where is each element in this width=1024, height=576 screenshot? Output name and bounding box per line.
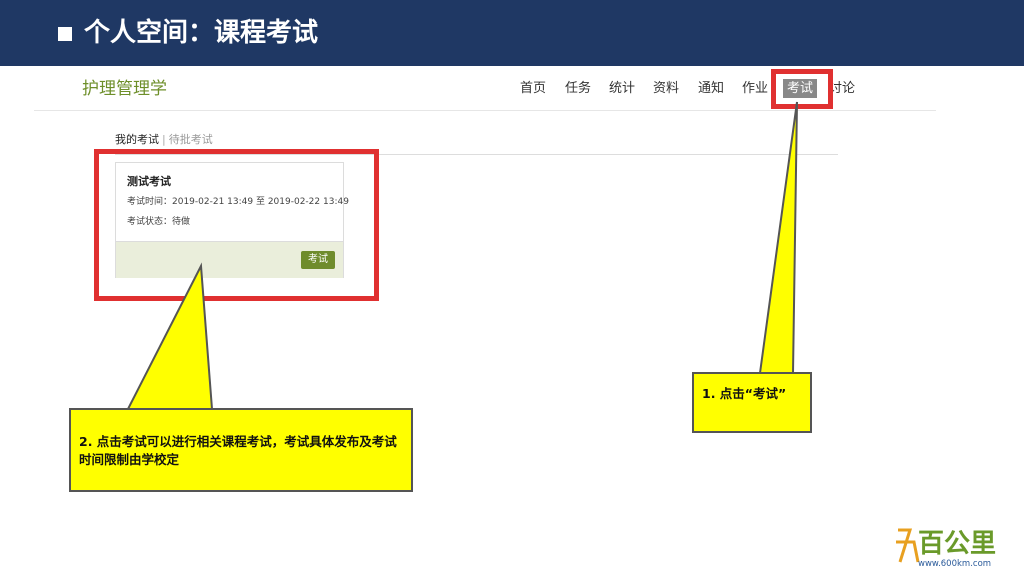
callout-2-pointer (126, 262, 214, 410)
brand-logo: 百公里 www.600km.com (896, 528, 996, 569)
logo-url: www.600km.com (918, 559, 991, 569)
callout-1-pointer (758, 101, 798, 374)
callout-step-1: 1. 点击“考试” (692, 372, 812, 433)
logo-text: 百公里 (918, 529, 996, 559)
logo-mark-icon (896, 528, 920, 563)
callout-step-2: 2. 点击考试可以进行相关课程考试，考试具体发布及考试时间限制由学校定 (69, 408, 413, 492)
